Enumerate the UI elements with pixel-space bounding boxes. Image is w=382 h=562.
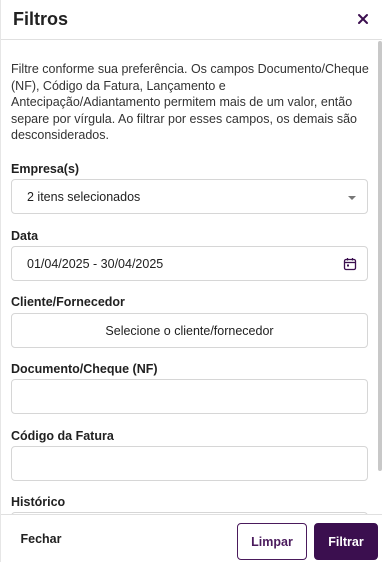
filters-description: Filtre conforme sua preferência. Os camp…: [11, 62, 369, 142]
date-range-value: 01/04/2025 - 30/04/2025: [27, 257, 164, 271]
documento-input[interactable]: [11, 379, 368, 414]
close-button[interactable]: Fechar: [11, 523, 71, 555]
calendar-icon[interactable]: [343, 257, 357, 271]
data-label: Data: [11, 229, 39, 243]
empresa-select[interactable]: 2 itens selecionados: [11, 179, 368, 214]
historico-label: Histórico: [11, 495, 66, 509]
cliente-selector[interactable]: Selecione o cliente/fornecedor: [11, 313, 368, 348]
panel-footer: Fechar Limpar Filtrar: [1, 514, 382, 562]
panel-title: Filtros: [13, 9, 69, 29]
clear-button[interactable]: Limpar: [237, 523, 307, 560]
date-range-field[interactable]: 01/04/2025 - 30/04/2025: [11, 246, 368, 281]
filters-panel: Filtros Filtre conforme sua preferência.…: [0, 0, 382, 562]
cliente-placeholder: Selecione o cliente/fornecedor: [105, 324, 274, 338]
cliente-label: Cliente/Fornecedor: [11, 295, 125, 309]
filters-form: Filtre conforme sua preferência. Os camp…: [1, 41, 381, 514]
fatura-label: Código da Fatura: [11, 429, 114, 443]
empresa-value: 2 itens selecionados: [27, 190, 141, 204]
scrollbar[interactable]: [378, 41, 382, 471]
empresa-label: Empresa(s): [11, 162, 80, 176]
close-icon[interactable]: [355, 11, 371, 27]
documento-label: Documento/Cheque (NF): [11, 362, 158, 376]
filter-button[interactable]: Filtrar: [314, 523, 378, 560]
chevron-down-icon: [348, 196, 356, 200]
panel-header: Filtros: [1, 0, 382, 40]
fatura-input[interactable]: [11, 446, 368, 481]
